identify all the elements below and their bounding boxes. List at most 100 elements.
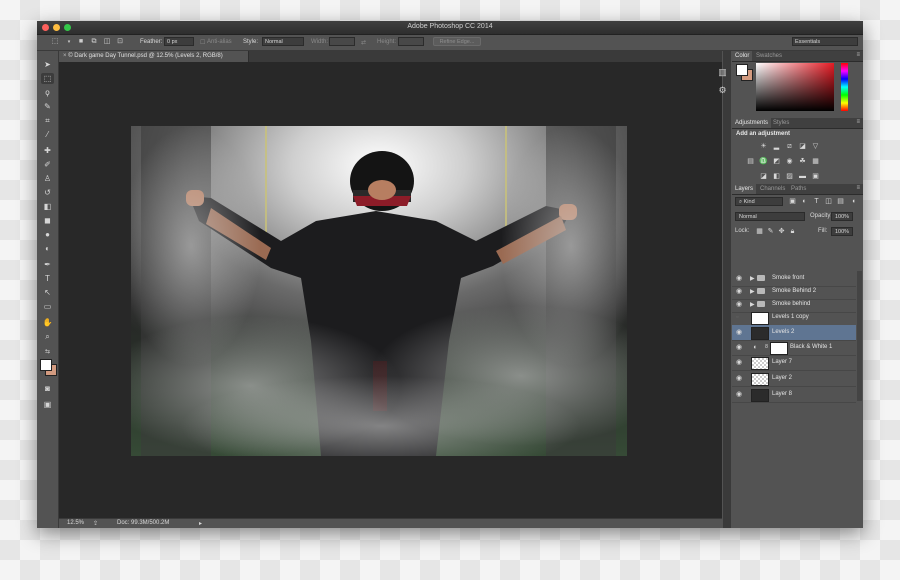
visibility-eye-icon[interactable]: ◉ [736, 329, 744, 336]
visibility-eye-icon[interactable]: ◉ [736, 359, 744, 366]
add-to-selection-icon[interactable]: ⧉ [90, 38, 98, 46]
blur-tool-icon[interactable]: ● [41, 229, 54, 240]
tab-paths[interactable]: Paths [788, 184, 809, 194]
document-image[interactable] [131, 126, 627, 456]
layer-row[interactable]: ◉ Layer 7 [732, 355, 856, 371]
clone-stamp-tool-icon[interactable]: ♙ [41, 173, 54, 184]
adjustments-panel-menu-icon[interactable]: ≡ [856, 119, 860, 125]
expand-triangle-icon[interactable]: ▶ [750, 275, 755, 282]
share-icon[interactable]: ⇪ [93, 520, 98, 527]
marquee-tool-icon[interactable]: ⬚ [41, 73, 54, 84]
zoom-level[interactable]: 12.5% [67, 520, 84, 526]
color-picker-field[interactable] [756, 63, 834, 111]
threshold-icon[interactable]: ▨ [785, 172, 794, 181]
expand-triangle-icon[interactable]: ▶ [750, 288, 755, 295]
subtract-selection-icon[interactable]: ◫ [103, 38, 111, 46]
color-swatches[interactable] [40, 359, 57, 376]
filter-adjustment-icon[interactable]: ◐ [800, 197, 809, 206]
path-selection-tool-icon[interactable]: ↖ [41, 287, 54, 298]
eyedropper-tool-icon[interactable]: ⁄ [41, 129, 54, 140]
tab-styles[interactable]: Styles [770, 118, 792, 128]
marquee-tool-preset-icon[interactable]: ⬚ [51, 38, 59, 46]
expand-triangle-icon[interactable]: ▶ [750, 301, 755, 308]
lock-image-icon[interactable]: ✎ [766, 227, 775, 236]
visibility-eye-icon[interactable]: ◉ [736, 288, 744, 295]
quick-selection-tool-icon[interactable]: ✎ [41, 101, 54, 112]
invert-icon[interactable]: ◪ [759, 172, 768, 181]
filter-type-icon[interactable]: T [812, 197, 821, 206]
curves-icon[interactable]: ⧄ [785, 142, 794, 151]
close-document-icon[interactable]: × [63, 53, 67, 59]
visibility-eye-icon[interactable]: ◉ [736, 375, 744, 382]
visibility-eye-icon[interactable]: ◉ [736, 391, 744, 398]
gradient-tool-icon[interactable]: ◼ [41, 215, 54, 226]
visibility-eye-icon[interactable]: ▫ [736, 314, 744, 321]
visibility-eye-icon[interactable]: ◉ [736, 301, 744, 308]
brush-tool-icon[interactable]: ✐ [41, 159, 54, 170]
photo-filter-icon[interactable]: ◉ [785, 157, 794, 166]
hand-tool-icon[interactable]: ✋ [41, 317, 54, 328]
lock-transparent-icon[interactable]: ▦ [755, 227, 764, 236]
healing-brush-tool-icon[interactable]: ✚ [41, 145, 54, 156]
filter-shape-icon[interactable]: ◫ [824, 197, 833, 206]
selective-color-icon[interactable]: ▣ [811, 172, 820, 181]
tab-adjustments[interactable]: Adjustments [732, 118, 772, 128]
layer-kind-filter[interactable]: ⌕ Kind [735, 197, 783, 206]
swap-dimensions-icon[interactable]: ⇄ [361, 39, 366, 46]
tab-color[interactable]: Color [732, 51, 753, 61]
filter-toggle-icon[interactable]: ◖ [849, 197, 858, 206]
brightness-contrast-icon[interactable]: ☀ [759, 142, 768, 151]
canvas-area[interactable] [59, 62, 722, 518]
intersect-selection-icon[interactable]: ⊡ [116, 38, 124, 46]
tab-layers[interactable]: Layers [732, 184, 757, 194]
filter-pixel-icon[interactable]: ▣ [788, 197, 797, 206]
type-tool-icon[interactable]: T [41, 273, 54, 284]
default-colors-icon[interactable]: ⇆ [41, 347, 54, 358]
doc-size-info[interactable]: Doc: 99.3M/500.2M [117, 520, 169, 526]
color-balance-icon[interactable]: ♎ [759, 157, 768, 166]
filter-smart-object-icon[interactable]: ▤ [836, 197, 845, 206]
quick-mask-icon[interactable]: ◙ [41, 383, 54, 394]
workspace-select[interactable]: Essentials [792, 37, 858, 46]
gradient-map-icon[interactable]: ▬ [798, 172, 807, 181]
dodge-tool-icon[interactable]: ◐ [41, 243, 54, 254]
layers-scrollbar[interactable] [857, 271, 862, 401]
levels-icon[interactable]: ▂ [772, 142, 781, 151]
hue-slider[interactable] [841, 63, 848, 111]
crop-tool-icon[interactable]: ⌗ [41, 115, 54, 126]
visibility-eye-icon[interactable]: ◉ [736, 275, 744, 282]
layer-row[interactable]: ▫ Levels 1 copy [732, 310, 856, 326]
status-menu-arrow-icon[interactable]: ▸ [199, 520, 202, 527]
fill-input[interactable]: 100% [831, 227, 853, 236]
move-tool-icon[interactable]: ➤ [41, 59, 54, 70]
layer-row[interactable]: ◉ Layer 8 [732, 387, 856, 403]
zoom-tool-icon[interactable]: ⌕ [41, 331, 54, 342]
hue-saturation-icon[interactable]: ▤ [746, 157, 755, 166]
channel-mixer-icon[interactable]: ☘ [798, 157, 807, 166]
new-selection-icon[interactable]: ■ [77, 38, 85, 46]
posterize-icon[interactable]: ◧ [772, 172, 781, 181]
vibrance-icon[interactable]: ▽ [811, 142, 820, 151]
feather-input[interactable]: 0 px [164, 37, 194, 46]
height-input[interactable] [398, 37, 424, 46]
lock-position-icon[interactable]: ✥ [777, 227, 786, 236]
screen-mode-icon[interactable]: ▣ [41, 399, 54, 410]
style-select[interactable]: Normal [262, 37, 304, 46]
layer-row-selected[interactable]: ◉ Levels 2 [732, 325, 856, 341]
rectangle-tool-icon[interactable]: ▭ [41, 301, 54, 312]
width-input[interactable] [329, 37, 355, 46]
foreground-color-swatch[interactable] [40, 359, 52, 371]
visibility-eye-icon[interactable]: ◉ [736, 344, 744, 351]
black-white-icon[interactable]: ◩ [772, 157, 781, 166]
color-panel-menu-icon[interactable]: ≡ [856, 52, 860, 58]
lock-all-icon[interactable]: 🔒︎ [788, 227, 797, 236]
lasso-tool-icon[interactable]: ϙ [41, 87, 54, 98]
layers-panel-menu-icon[interactable]: ≡ [856, 185, 860, 191]
document-tab[interactable]: × © Dark game Day Tunnel.psd @ 12.5% (Le… [59, 51, 249, 62]
properties-panel-icon[interactable]: ⚙ [716, 84, 729, 97]
color-lookup-icon[interactable]: ▦ [811, 157, 820, 166]
layer-row[interactable]: ◉ Layer 2 [732, 371, 856, 387]
antialias-checkbox[interactable]: ☐ [200, 39, 205, 46]
history-panel-icon[interactable]: ▥ [716, 66, 729, 79]
pen-tool-icon[interactable]: ✒ [41, 259, 54, 270]
